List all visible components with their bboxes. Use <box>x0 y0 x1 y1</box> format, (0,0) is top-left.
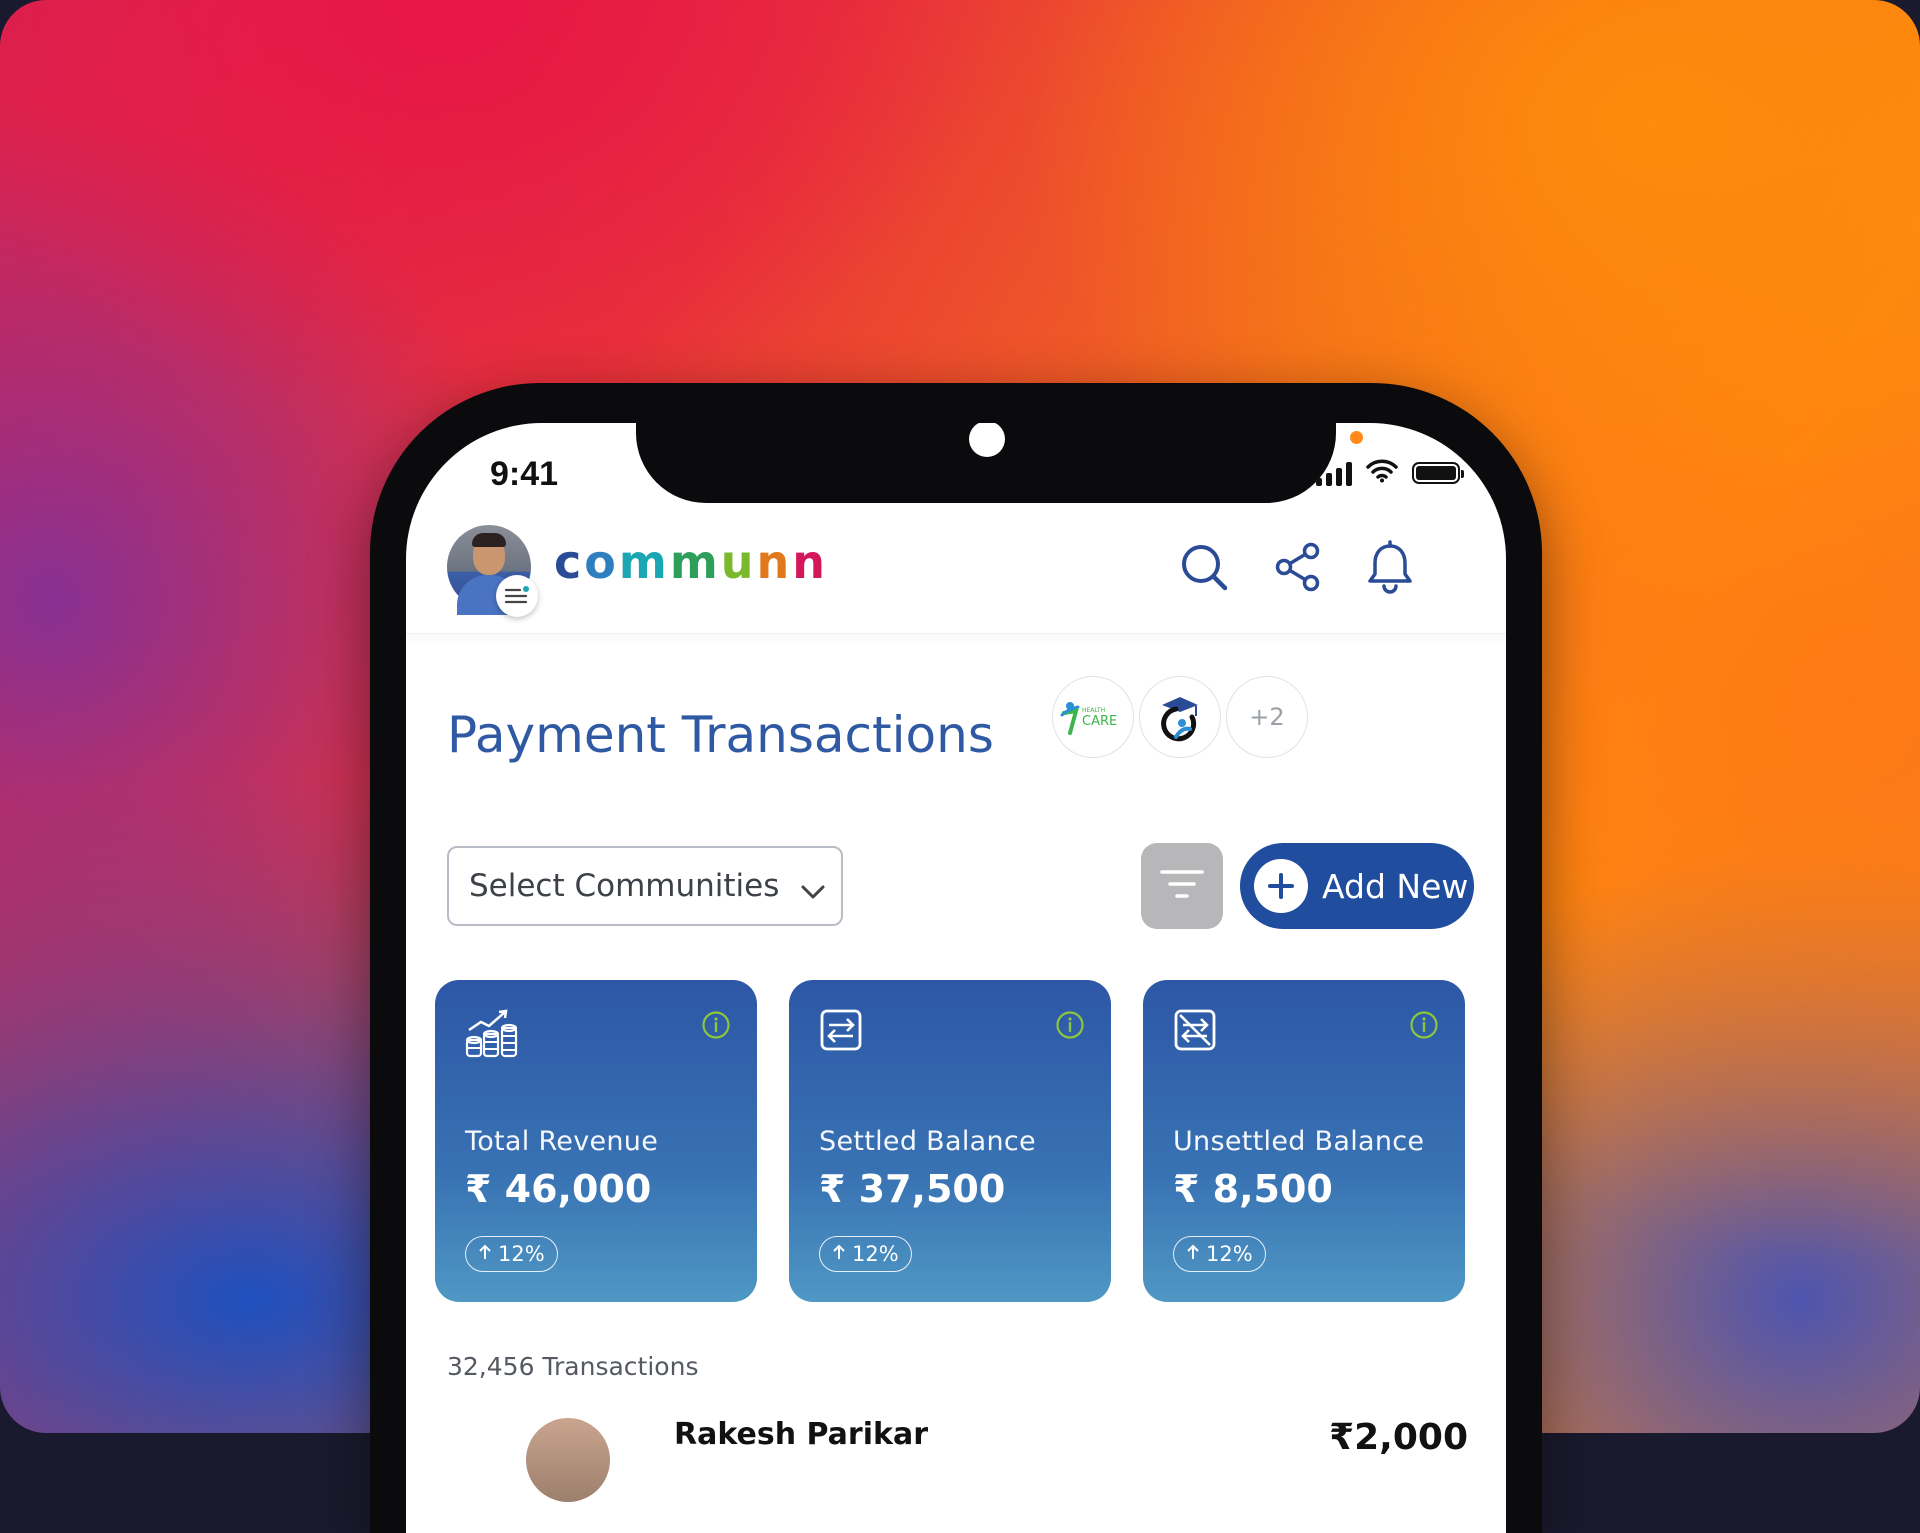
logo-letter: m <box>618 535 670 589</box>
change-value: 12% <box>852 1242 899 1266</box>
avatar <box>526 1418 610 1502</box>
change-badge: 12% <box>465 1236 558 1272</box>
phone-screen: 9:41 communn Payment Transactions HEALTH… <box>406 423 1506 1533</box>
communn-logo: communn <box>554 535 828 589</box>
logo-letter: u <box>720 535 757 589</box>
logo-letter: o <box>584 535 619 589</box>
transaction-amount: ₹2,000 <box>1329 1417 1468 1458</box>
info-icon[interactable] <box>701 1010 731 1044</box>
logo-letter: m <box>669 535 721 589</box>
info-icon[interactable] <box>1409 1010 1439 1044</box>
privacy-indicator <box>1350 431 1363 444</box>
revenue-chart-icon <box>465 1008 519 1064</box>
transactions-count: 32,456 Transactions <box>447 1352 699 1381</box>
change-badge: 12% <box>819 1236 912 1272</box>
arrow-up-icon <box>832 1242 846 1266</box>
card-label: Unsettled Balance <box>1173 1126 1425 1157</box>
unsettled-transfer-icon <box>1173 1008 1217 1056</box>
more-communities-badge[interactable]: +2 <box>1226 676 1308 758</box>
logo-letter: c <box>554 535 585 589</box>
app-header: communn <box>406 513 1506 634</box>
svg-text:HEALTH: HEALTH <box>1082 707 1105 714</box>
filter-icon <box>1158 866 1206 906</box>
settled-balance-card[interactable]: Settled Balance ₹ 37,500 12% <box>789 980 1111 1302</box>
plus-icon <box>1254 859 1308 913</box>
svg-text:CARE: CARE <box>1082 714 1117 729</box>
transaction-name[interactable]: Rakesh Parikar <box>674 1417 928 1452</box>
unsettled-balance-card[interactable]: Unsettled Balance ₹ 8,500 12% <box>1143 980 1465 1302</box>
share-icon[interactable] <box>1270 539 1326 595</box>
arrow-up-icon <box>478 1242 492 1266</box>
filter-button[interactable] <box>1141 843 1223 929</box>
transfer-icon <box>819 1008 863 1056</box>
select-communities-dropdown[interactable]: Select Communities <box>447 846 843 926</box>
battery-icon <box>1412 462 1464 484</box>
change-value: 12% <box>498 1242 545 1266</box>
community-avatar-health-care[interactable]: HEALTH CARE <box>1052 676 1134 758</box>
info-icon[interactable] <box>1055 1010 1085 1044</box>
logo-letter: n <box>756 535 793 589</box>
menu-icon[interactable] <box>496 575 538 617</box>
status-icons <box>1316 459 1464 487</box>
phone-frame: 9:41 communn Payment Transactions HEALTH… <box>370 383 1542 1533</box>
total-revenue-card[interactable]: Total Revenue ₹ 46,000 12% <box>435 980 757 1302</box>
front-camera <box>969 423 1005 457</box>
page-title: Payment Transactions <box>447 706 994 764</box>
card-label: Total Revenue <box>465 1126 659 1157</box>
search-icon[interactable] <box>1176 539 1232 595</box>
card-value: ₹ 8,500 <box>1173 1167 1333 1211</box>
signal-icon <box>1316 460 1352 486</box>
card-value: ₹ 46,000 <box>465 1167 652 1211</box>
change-badge: 12% <box>1173 1236 1266 1272</box>
community-avatar-education[interactable] <box>1139 676 1221 758</box>
change-value: 12% <box>1206 1242 1253 1266</box>
logo-letter: n <box>792 535 829 589</box>
wifi-icon <box>1366 459 1398 487</box>
notification-bell-icon[interactable] <box>1362 539 1418 595</box>
select-communities-placeholder: Select Communities <box>469 868 780 904</box>
chevron-down-icon <box>799 874 827 910</box>
status-time: 9:41 <box>490 455 559 493</box>
card-label: Settled Balance <box>819 1126 1036 1157</box>
phone-notch <box>636 423 1336 503</box>
arrow-up-icon <box>1186 1242 1200 1266</box>
add-new-label: Add New <box>1322 866 1469 906</box>
more-communities-count: +2 <box>1249 703 1285 731</box>
add-new-button[interactable]: Add New <box>1240 843 1474 929</box>
card-value: ₹ 37,500 <box>819 1167 1006 1211</box>
